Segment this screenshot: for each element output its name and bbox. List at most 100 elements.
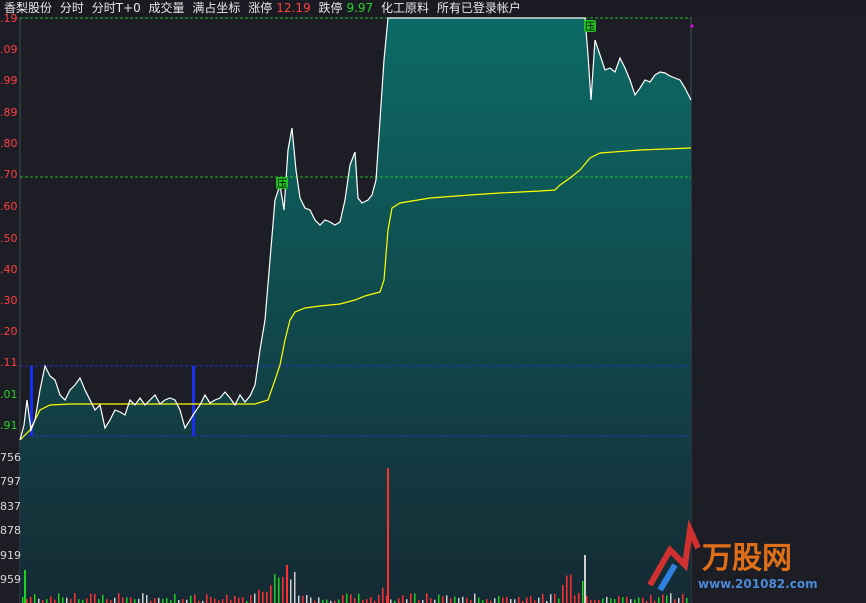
volume-bar [458,597,460,603]
volume-bar [610,598,612,603]
marker-label: 压 [277,178,287,190]
volume-bar [450,598,452,603]
volume-bar [518,597,520,603]
volume-bar [510,599,512,603]
price-axis-label: .60 [0,200,18,213]
volume-bar [342,595,344,603]
volume-bar [122,597,124,603]
volume-bar [426,593,428,603]
price-axis-label: .11 [0,356,18,369]
volume-bar [586,595,588,603]
volume-bar [54,599,56,603]
volume-bar [442,596,444,603]
volume-bar [118,593,120,603]
watermark-url: www.201082.com [698,577,818,591]
volume-bar [584,555,586,603]
price-area-fill [20,18,691,603]
volume-bar [98,599,100,603]
volume-bar [134,599,136,603]
volume-bar [498,596,500,603]
resistance-marker-2[interactable]: 压 [584,20,596,33]
volume-bar [90,593,92,603]
volume-bar [370,596,372,603]
marker-label: 压 [585,21,595,33]
volume-bar [286,565,288,603]
volume-bar [210,597,212,603]
volume-bar [474,593,476,603]
volume-bar [214,598,216,603]
volume-bar [166,598,168,603]
volume-bar [142,593,144,603]
volume-bar [454,596,456,603]
volume-bar [154,598,156,603]
price-axis-label: .30 [0,294,18,307]
volume-bar [354,598,356,603]
volume-bar [34,593,36,603]
volume-bar [402,595,404,603]
volume-axis-label: 797 [0,475,21,488]
volume-bar [530,596,532,603]
volume-bar [22,597,24,603]
price-axis-label: .89 [0,106,18,119]
volume-bar [24,570,26,603]
volume-bar [130,597,132,603]
cursor-dot [690,24,694,28]
volume-bar [58,593,60,603]
volume-bar [38,598,40,603]
volume-bar [618,596,620,603]
volume-bar [242,597,244,603]
volume-bar [622,597,624,603]
volume-bar [634,599,636,603]
price-axis-label: .70 [0,168,18,181]
volume-bar [570,574,572,603]
volume-bar [562,584,564,603]
volume-bar [302,595,304,603]
volume-bar [250,595,252,603]
volume-bar [222,599,224,603]
volume-bar [78,599,80,603]
volume-axis-label: 878 [0,524,21,537]
volume-bar [438,594,440,603]
volume-bar [430,598,432,603]
volume-bar [554,593,556,603]
volume-bar [206,594,208,603]
volume-bar [182,598,184,603]
volume-bar [306,594,308,603]
volume-bar [494,598,496,603]
volume-bar [46,599,48,603]
volume-bar [398,598,400,603]
price-axis-label: .09 [0,43,18,56]
volume-bar [86,598,88,603]
volume-bar [106,599,108,603]
volume-bar [50,596,52,603]
volume-bar [194,594,196,603]
volume-bar [62,597,64,603]
price-axis-label: .19 [0,12,18,25]
volume-bar [390,599,392,603]
volume-axis-label: 959 [0,573,21,586]
volume-bar [226,594,228,603]
volume-bar [282,576,284,603]
volume-bar [274,574,276,603]
price-axis-label: .20 [0,325,18,338]
volume-bar [158,597,160,603]
volume-bar [66,597,68,603]
volume-axis-label: 837 [0,500,21,513]
watermark-logo: 万股网 www.201082.com [647,520,818,592]
volume-bar [502,597,504,603]
volume-bar [190,595,192,603]
volume-bar [74,593,76,603]
volume-bar [338,599,340,603]
price-axis-label: .40 [0,263,18,276]
resistance-marker-1[interactable]: 压 [276,177,288,190]
range-marker-right [192,366,195,436]
volume-bar [550,594,552,603]
volume-bar [262,591,264,603]
volume-bar [266,591,268,603]
volume-bar [346,593,348,603]
intraday-chart[interactable]: 压 压 .19 .09 .99 .89 .80 .70 .60 .50 .40 .30 .20 .11… [0,0,866,603]
volume-bar [238,597,240,603]
volume-bar [290,579,292,603]
volume-bar [630,599,632,603]
price-axis-label: .80 [0,137,18,150]
